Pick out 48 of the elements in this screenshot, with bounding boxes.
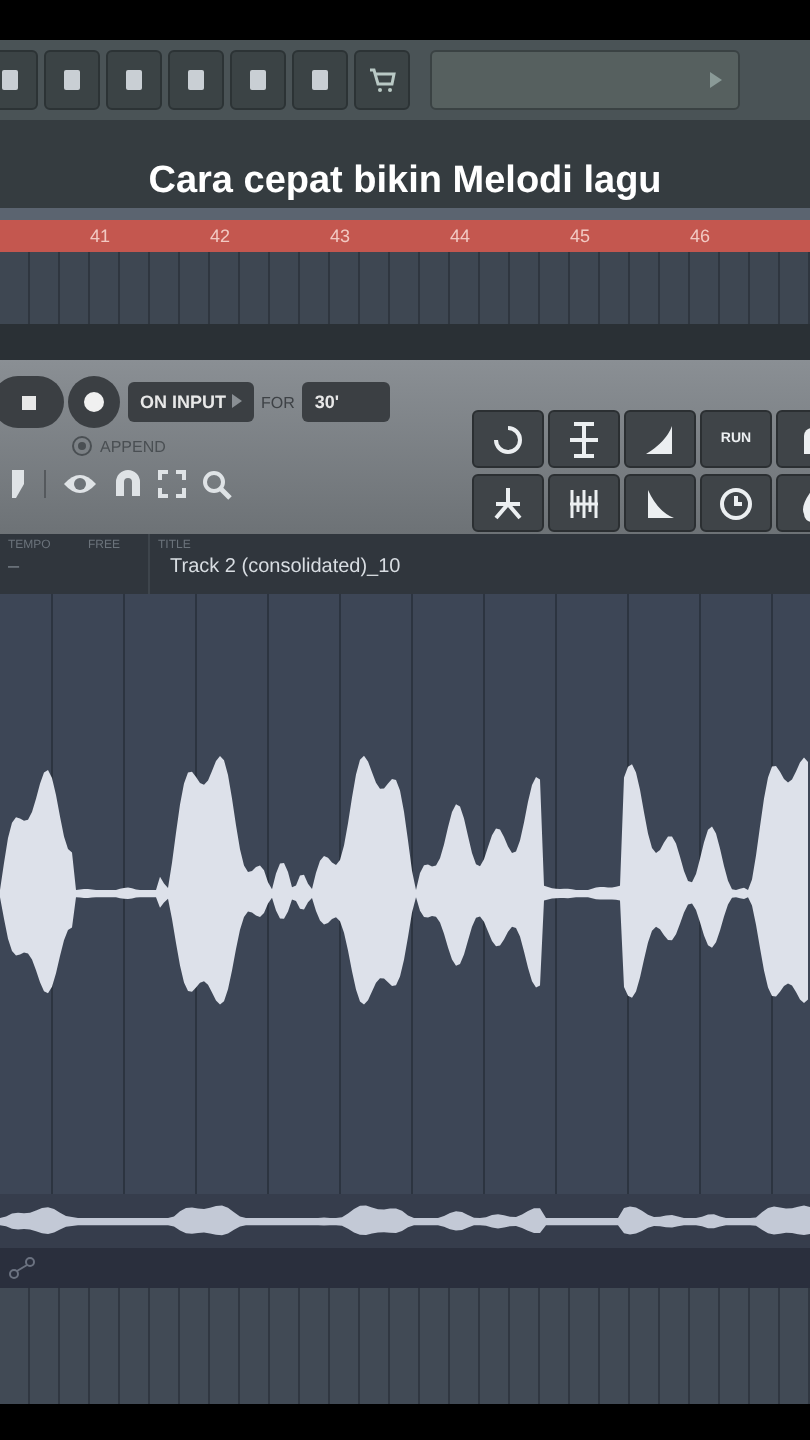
tool-icon xyxy=(120,66,148,94)
record-button[interactable] xyxy=(68,376,120,428)
duration-selector[interactable]: 30' xyxy=(302,382,391,422)
zoom-icon[interactable] xyxy=(202,469,232,499)
tool-icon xyxy=(306,66,334,94)
toolbar-button[interactable] xyxy=(292,50,348,110)
toolbar-button[interactable] xyxy=(44,50,100,110)
arrow-icon xyxy=(710,72,722,88)
mode-selector[interactable]: ON INPUT xyxy=(128,382,254,422)
tool-button[interactable] xyxy=(548,410,620,468)
loop-icon xyxy=(490,421,526,457)
cart-icon xyxy=(368,66,396,94)
tool-button[interactable] xyxy=(472,410,544,468)
select-icon[interactable] xyxy=(158,470,186,498)
tool-button[interactable] xyxy=(548,474,620,532)
tool-button[interactable] xyxy=(624,410,696,468)
eye-icon[interactable] xyxy=(62,470,98,498)
video-caption: Cara cepat bikin Melodi lagu xyxy=(148,160,662,204)
tool-button[interactable] xyxy=(624,474,696,532)
stop-button[interactable] xyxy=(0,376,64,428)
caret-icon xyxy=(231,394,242,408)
cross-icon xyxy=(566,421,602,457)
tool-icon xyxy=(182,66,210,94)
bar-number: 46 xyxy=(690,226,713,246)
tempo-value: – xyxy=(8,556,22,578)
bar-number: 42 xyxy=(210,226,233,246)
clock-icon xyxy=(718,485,754,521)
tool-icon xyxy=(0,66,24,94)
tool-button[interactable] xyxy=(700,474,772,532)
tool-button[interactable] xyxy=(472,474,544,532)
toolbar-button[interactable] xyxy=(106,50,162,110)
ramp-icon xyxy=(642,421,678,457)
comb-icon xyxy=(566,485,602,521)
bar-number: 41 xyxy=(90,226,113,246)
toolbar-button[interactable] xyxy=(230,50,286,110)
bar-number: 43 xyxy=(330,226,353,246)
track-title: Track 2 (consolidated)_10 xyxy=(168,556,401,578)
toolbar-button[interactable] xyxy=(168,50,224,110)
tool-icon xyxy=(244,66,272,94)
fall-icon xyxy=(642,485,678,521)
bar-number: 44 xyxy=(450,226,473,246)
for-label: FOR xyxy=(261,393,295,411)
bar-number: 45 xyxy=(570,226,593,246)
tool-icon xyxy=(58,66,86,94)
magnet-icon[interactable] xyxy=(114,470,142,498)
cart-button[interactable] xyxy=(354,50,410,110)
link-icon[interactable] xyxy=(8,1256,36,1280)
append-radio[interactable] xyxy=(72,436,92,456)
